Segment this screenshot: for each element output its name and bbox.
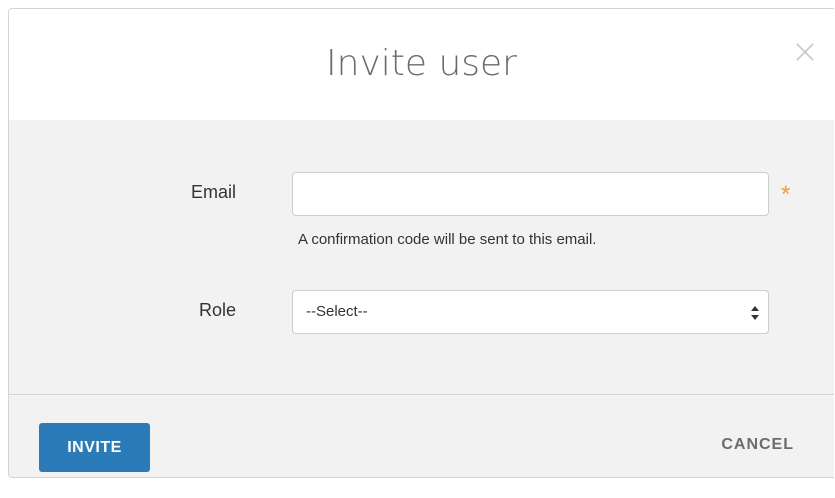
close-button[interactable]: [792, 39, 818, 65]
email-field[interactable]: [292, 172, 769, 216]
footer-divider: [9, 394, 834, 395]
role-select[interactable]: --Select--: [292, 290, 769, 334]
email-help-text: A confirmation code will be sent to this…: [298, 231, 597, 248]
role-label: Role: [199, 300, 237, 320]
cancel-button[interactable]: CANCEL: [721, 436, 794, 454]
select-arrows-icon: [751, 306, 759, 320]
dialog-body: Email * A confirmation code will be sent…: [9, 120, 834, 477]
role-select-value: --Select--: [306, 303, 368, 320]
required-marker: *: [781, 181, 791, 208]
dialog-header: Invite user: [9, 9, 834, 120]
invite-user-dialog: Invite user Email * A confirmation code …: [8, 8, 834, 478]
invite-button[interactable]: INVITE: [39, 423, 150, 472]
close-icon: [796, 43, 814, 61]
dialog-title: Invite user: [326, 43, 517, 84]
email-label: Email: [191, 182, 237, 202]
